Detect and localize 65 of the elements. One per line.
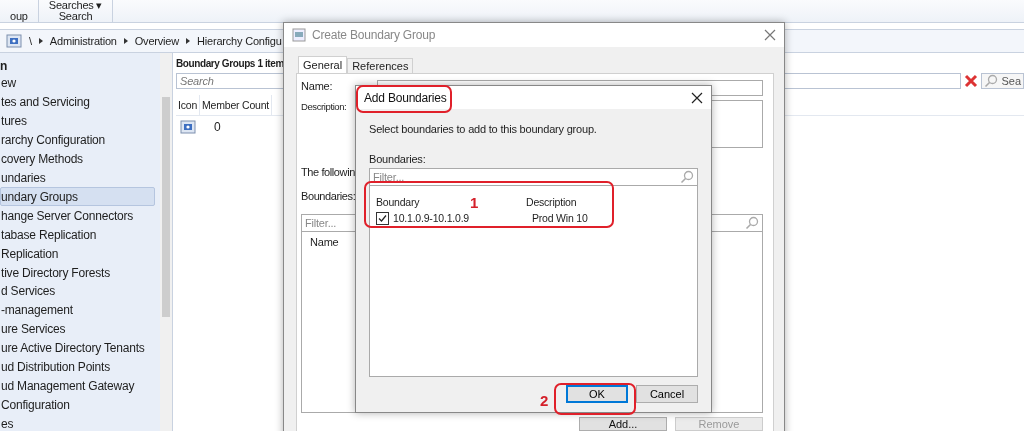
navigation-item[interactable]: tures	[0, 110, 155, 130]
arrow-icon	[123, 38, 128, 44]
breadcrumb-item[interactable]: \	[29, 35, 32, 47]
navigation-item[interactable]: undary Groups	[0, 186, 155, 206]
search-go-button[interactable]: Sea	[981, 73, 1024, 89]
info-text: The followin	[301, 166, 355, 178]
navigation-item[interactable]: tabase Replication	[0, 224, 155, 244]
dialog-button[interactable]: Add...	[579, 417, 667, 431]
tab[interactable]: References	[347, 58, 414, 73]
ribbon-group-caption: Search	[58, 11, 93, 22]
navigation-item[interactable]: ure Services	[0, 319, 155, 339]
dialog-button[interactable]: Cancel	[636, 385, 698, 403]
clear-icon[interactable]	[964, 74, 979, 88]
navigation-header: n	[0, 59, 9, 73]
boundary-group-icon	[180, 120, 196, 134]
checkbox[interactable]	[376, 211, 389, 225]
instruction-text: Select boundaries to add to this boundary group.	[369, 123, 598, 135]
navigation-item[interactable]: tes and Servicing	[0, 91, 155, 111]
search-icon	[745, 216, 759, 230]
table-cell: 10.1.0.9-10.1.0.9	[393, 212, 469, 224]
navigation-item[interactable]: rarchy Configuration	[0, 129, 155, 149]
navigation-item[interactable]: -management	[0, 300, 155, 320]
arrow-icon	[38, 38, 43, 44]
breadcrumb-item[interactable]: Overview	[134, 35, 179, 47]
navigation-item[interactable]: Configuration	[0, 395, 155, 415]
step-number: 2	[540, 392, 549, 409]
search-icon	[680, 170, 694, 184]
navigation-item[interactable]: covery Methods	[0, 148, 155, 168]
dialog-icon	[292, 28, 306, 42]
field-label: Boundaries:	[369, 153, 427, 165]
field-label: Name:	[301, 80, 334, 92]
breadcrumb-item[interactable]: Hierarchy Configu	[197, 35, 282, 47]
field-label: Description:	[301, 101, 347, 112]
column-header[interactable]: Description	[526, 196, 577, 208]
navigation-item[interactable]: ure Active Directory Tenants	[0, 338, 155, 358]
ribbon-label[interactable]: Searches ▾	[48, 0, 103, 11]
navigation-item[interactable]: es	[0, 414, 155, 431]
navigation-item[interactable]: d Services	[0, 281, 155, 301]
arrow-icon	[186, 38, 190, 44]
step-number: 1	[470, 194, 479, 211]
navigation-item[interactable]: Replication	[0, 243, 155, 263]
dialog-button[interactable]: OK	[566, 385, 628, 403]
navigation-item[interactable]: ud Distribution Points	[0, 357, 155, 377]
field-label: Boundaries:	[301, 190, 356, 202]
dialog-title: Create Boundary Group	[312, 28, 437, 42]
column-header[interactable]: Boundary	[376, 196, 420, 208]
navigation-item[interactable]: hange Server Connectors	[0, 205, 155, 225]
navigation-item[interactable]: undaries	[0, 167, 155, 187]
table-cell: Prod Win 10	[532, 212, 588, 224]
breadcrumb-item[interactable]: Administration	[49, 35, 117, 47]
filter-field[interactable]: Filter...	[369, 168, 698, 186]
search-icon	[984, 74, 999, 88]
navigation-item[interactable]: ud Management Gateway	[0, 376, 155, 396]
navigation-item[interactable]: tive Directory Forests	[0, 262, 155, 282]
close-icon[interactable]	[691, 91, 703, 104]
column-header[interactable]: Icon	[176, 95, 201, 115]
tab[interactable]: General	[298, 56, 348, 73]
table-cell: 0	[214, 120, 221, 134]
column-header[interactable]: Name	[310, 236, 339, 248]
scrollbar[interactable]	[160, 53, 172, 431]
ribbon-label[interactable]: oup	[10, 11, 28, 22]
column-header[interactable]: Member Count	[200, 95, 273, 115]
boundary-group-icon	[6, 34, 22, 48]
dialog-title: Add Boundaries	[364, 90, 447, 105]
navigation-item[interactable]: ew	[0, 73, 155, 92]
